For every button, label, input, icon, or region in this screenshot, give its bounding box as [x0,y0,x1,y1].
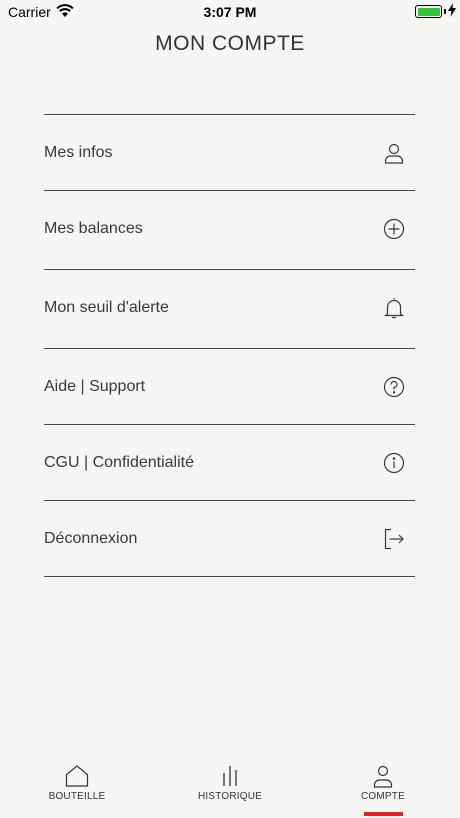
charging-bolt-icon [448,3,456,17]
battery-cap [444,9,446,14]
logout-icon [384,528,404,550]
menu-item-label: Déconnexion [44,530,138,547]
status-bar: Carrier 3:07 PM [0,0,460,24]
tab-label: COMPTE [361,791,405,802]
menu-item-label: Aide | Support [44,378,146,395]
info-circle-icon [383,452,405,474]
status-time: 3:07 PM [203,4,257,20]
tab-label: HISTORIQUE [197,791,263,802]
menu-item-cgu-confidentialite[interactable]: CGU | Confidentialité [44,425,415,501]
menu-item-aide-support[interactable]: Aide | Support [44,349,415,425]
menu-item-seuil-alerte[interactable]: Mon seuil d'alerte [44,270,415,349]
tab-label: BOUTEILLE [48,791,106,802]
menu-item-label: Mon seuil d'alerte [44,299,169,316]
user-icon [384,143,404,164]
menu-item-label: CGU | Confidentialité [44,454,194,471]
house-icon [65,765,89,787]
bell-icon [383,298,405,319]
battery-icon [415,5,442,18]
tab-bar: BOUTEILLE HISTORIQUE COMPTE [0,758,460,818]
page-title: MON COMPTE [155,32,305,55]
question-circle-icon [383,376,405,398]
tab-compte[interactable]: COMPTE [333,764,433,802]
tab-historique[interactable]: HISTORIQUE [180,764,280,802]
menu-item-mes-infos[interactable]: Mes infos [44,115,415,191]
active-tab-indicator [364,812,403,816]
bars-icon [223,766,237,786]
tab-bouteille[interactable]: BOUTEILLE [27,764,127,802]
account-menu: Mes infos Mes balances Mon seuil d'alert… [44,114,415,577]
user-icon [373,765,393,788]
menu-item-mes-balances[interactable]: Mes balances [44,191,415,270]
menu-item-label: Mes infos [44,144,113,161]
menu-item-deconnexion[interactable]: Déconnexion [44,501,415,577]
menu-item-label: Mes balances [44,220,143,237]
plus-circle-icon [383,218,405,240]
